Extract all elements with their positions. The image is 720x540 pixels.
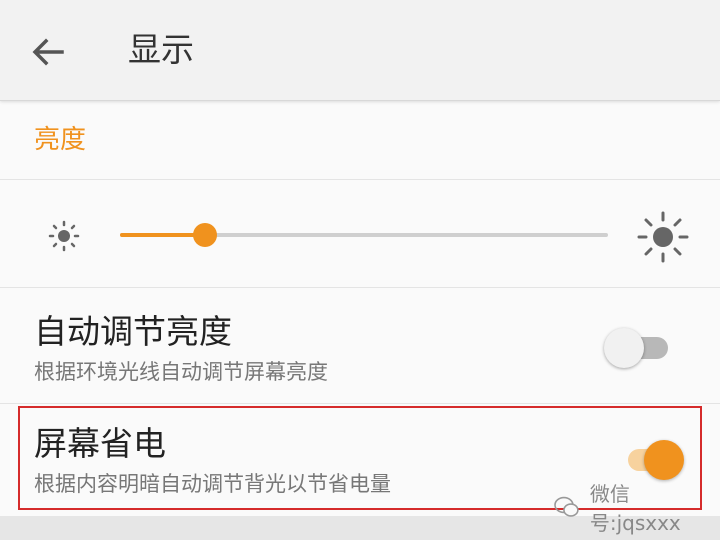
watermark: 微信号:jqsxxx	[554, 482, 720, 535]
auto-brightness-toggle[interactable]	[604, 328, 670, 368]
brightness-slider[interactable]	[120, 222, 608, 248]
divider	[0, 179, 720, 180]
brightness-low-icon	[46, 218, 82, 254]
brightness-high-icon	[636, 210, 690, 264]
brightness-section-header: 亮度	[34, 125, 87, 155]
app-toolbar: 显示	[0, 0, 720, 101]
slider-thumb[interactable]	[193, 223, 218, 247]
toggle-knob	[604, 328, 644, 368]
divider	[0, 287, 720, 288]
auto-brightness-title: 自动调节亮度	[34, 312, 232, 351]
auto-brightness-subtitle: 根据环境光线自动调节屏幕亮度	[34, 360, 328, 384]
watermark-text: 微信号:jqsxxx	[589, 482, 681, 535]
page-title: 显示	[128, 30, 194, 69]
arrow-left-icon	[32, 38, 64, 66]
divider	[0, 403, 720, 404]
wechat-icon	[554, 496, 579, 517]
back-button[interactable]	[26, 30, 70, 74]
